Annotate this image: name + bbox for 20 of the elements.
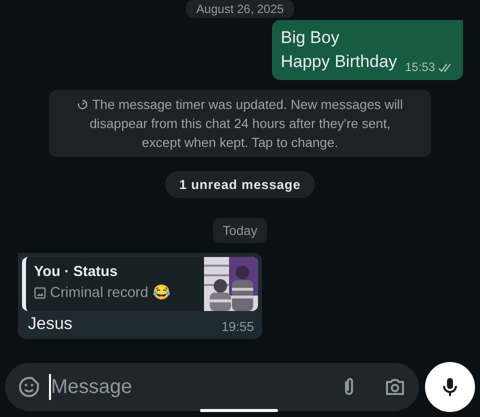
timer-icon	[77, 99, 88, 110]
date-chip: August 26, 2025	[186, 0, 294, 18]
message-text: Jesus	[28, 314, 72, 334]
message-time: 19:55	[221, 319, 254, 334]
quoted-status[interactable]: You · Status Criminal record 😂	[22, 257, 258, 311]
message-bubble[interactable]: You · Status Criminal record 😂 Jesus 19:55	[18, 253, 262, 339]
system-message[interactable]: The message timer was updated. New messages will disappear from this chat 24 hours after they're sent, except when kept. Tap to change.	[49, 90, 431, 157]
unread-divider: 1 unread message	[165, 171, 315, 198]
message-text: Big Boy	[280, 27, 340, 49]
microphone-button[interactable]	[425, 362, 475, 412]
message-bubble[interactable]: Big Boy Happy Birthday 15:53	[272, 20, 463, 80]
quote-author: You · Status	[34, 264, 119, 280]
message-text: Happy Birthday	[280, 51, 397, 73]
sticker-icon[interactable]	[17, 375, 41, 399]
date-chip: Today	[212, 218, 268, 243]
quote-caption: Criminal record 😂	[50, 284, 170, 301]
image-icon	[34, 286, 46, 298]
message-time: 15:53	[404, 60, 435, 74]
composer-bar[interactable]: Message	[5, 363, 419, 411]
message-field[interactable]: Message	[49, 374, 329, 400]
